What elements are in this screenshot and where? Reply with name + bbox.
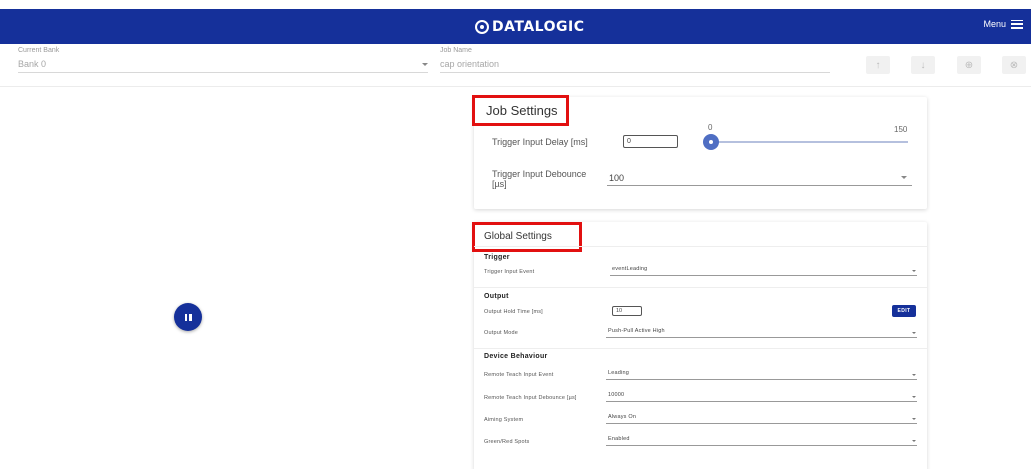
- spots-underline: [606, 445, 917, 446]
- hamburger-icon: [1011, 19, 1023, 29]
- current-bank-label: Current Bank: [18, 47, 60, 54]
- aiming-system-select[interactable]: Always On: [608, 414, 636, 420]
- close-circle-icon: ⊗: [1009, 59, 1019, 71]
- output-hold-time-input[interactable]: 10: [612, 306, 642, 316]
- job-settings-title: Job Settings: [486, 103, 558, 118]
- trigger-delay-slider-track[interactable]: [711, 141, 908, 143]
- output-section-heading: Output: [484, 293, 509, 300]
- section-separator: [474, 348, 927, 349]
- pause-icon-bar: [184, 313, 187, 321]
- global-settings-title: Global Settings: [484, 231, 552, 242]
- teach-debounce-underline: [606, 401, 917, 402]
- slider-min-label: 0: [708, 123, 713, 132]
- menu-label: Menu: [983, 19, 1006, 29]
- job-name-input[interactable]: cap orientation: [440, 59, 499, 69]
- remote-teach-event-select[interactable]: Leading: [608, 370, 629, 376]
- output-mode-dropdown-icon[interactable]: [912, 332, 916, 334]
- green-red-spots-select[interactable]: Enabled: [608, 436, 630, 442]
- global-settings-card: [474, 222, 927, 469]
- output-hold-time-label: Output Hold Time [ms]: [484, 309, 543, 315]
- output-mode-label: Output Mode: [484, 330, 518, 336]
- logo-mark-icon: [475, 19, 489, 34]
- remote-teach-debounce-label: Remote Teach Input Debounce [µs]: [484, 395, 577, 401]
- title-separator: [474, 246, 927, 247]
- arrow-down-icon: ↓: [920, 59, 926, 71]
- trigger-input-event-label: Trigger Input Event: [484, 269, 535, 275]
- trigger-delay-label: Trigger Input Delay [ms]: [492, 137, 588, 147]
- pause-button[interactable]: [174, 303, 202, 331]
- pause-icon-bar: [189, 313, 192, 321]
- teach-event-underline: [606, 379, 917, 380]
- edit-button[interactable]: EDIT: [892, 305, 916, 317]
- add-job-button[interactable]: ⊕: [957, 56, 981, 74]
- header-divider: [0, 86, 1031, 87]
- move-down-button[interactable]: ↓: [911, 56, 935, 74]
- debounce-dropdown-arrow-icon[interactable]: [901, 176, 907, 179]
- trigger-delay-input[interactable]: 0: [623, 135, 678, 148]
- bank-dropdown-arrow-icon[interactable]: [422, 63, 428, 66]
- trigger-input-event-select[interactable]: eventLeading: [612, 266, 647, 272]
- menu-button[interactable]: Menu: [983, 19, 1023, 29]
- job-name-underline: [440, 72, 830, 73]
- job-name-label: Job Name: [440, 47, 472, 54]
- top-app-bar: DATALOGIC Menu: [0, 9, 1031, 44]
- bank-underline: [18, 72, 428, 73]
- aiming-system-label: Aiming System: [484, 417, 524, 423]
- trigger-debounce-select[interactable]: 100: [609, 173, 624, 183]
- current-bank-select[interactable]: Bank 0: [18, 59, 46, 69]
- section-separator: [474, 287, 927, 288]
- aiming-dropdown-icon[interactable]: [912, 418, 916, 420]
- debounce-underline: [607, 185, 912, 186]
- arrow-up-icon: ↑: [875, 59, 881, 71]
- trigger-event-dropdown-icon[interactable]: [912, 270, 916, 272]
- datalogic-logo: DATALOGIC: [475, 18, 584, 35]
- teach-event-dropdown-icon[interactable]: [912, 374, 916, 376]
- green-red-spots-label: Green/Red Spots: [484, 439, 530, 445]
- aiming-underline: [606, 423, 917, 424]
- trigger-event-underline: [610, 275, 917, 276]
- slider-max-label: 150: [894, 125, 908, 134]
- add-circle-icon: ⊕: [964, 59, 974, 71]
- trigger-debounce-label: Trigger Input Debounce [µs]: [492, 169, 587, 189]
- trigger-section-heading: Trigger: [484, 254, 510, 261]
- teach-debounce-dropdown-icon[interactable]: [912, 396, 916, 398]
- output-mode-select[interactable]: Push-Pull Active High: [608, 328, 665, 334]
- move-up-button[interactable]: ↑: [866, 56, 890, 74]
- output-mode-underline: [606, 337, 917, 338]
- logo-text: DATALOGIC: [492, 18, 585, 35]
- device-behaviour-heading: Device Behaviour: [484, 353, 548, 360]
- delete-job-button[interactable]: ⊗: [1002, 56, 1026, 74]
- remote-teach-debounce-select[interactable]: 10000: [608, 392, 624, 398]
- remote-teach-event-label: Remote Teach Input Event: [484, 372, 554, 378]
- trigger-delay-slider-thumb[interactable]: [703, 134, 719, 150]
- spots-dropdown-icon[interactable]: [912, 440, 916, 442]
